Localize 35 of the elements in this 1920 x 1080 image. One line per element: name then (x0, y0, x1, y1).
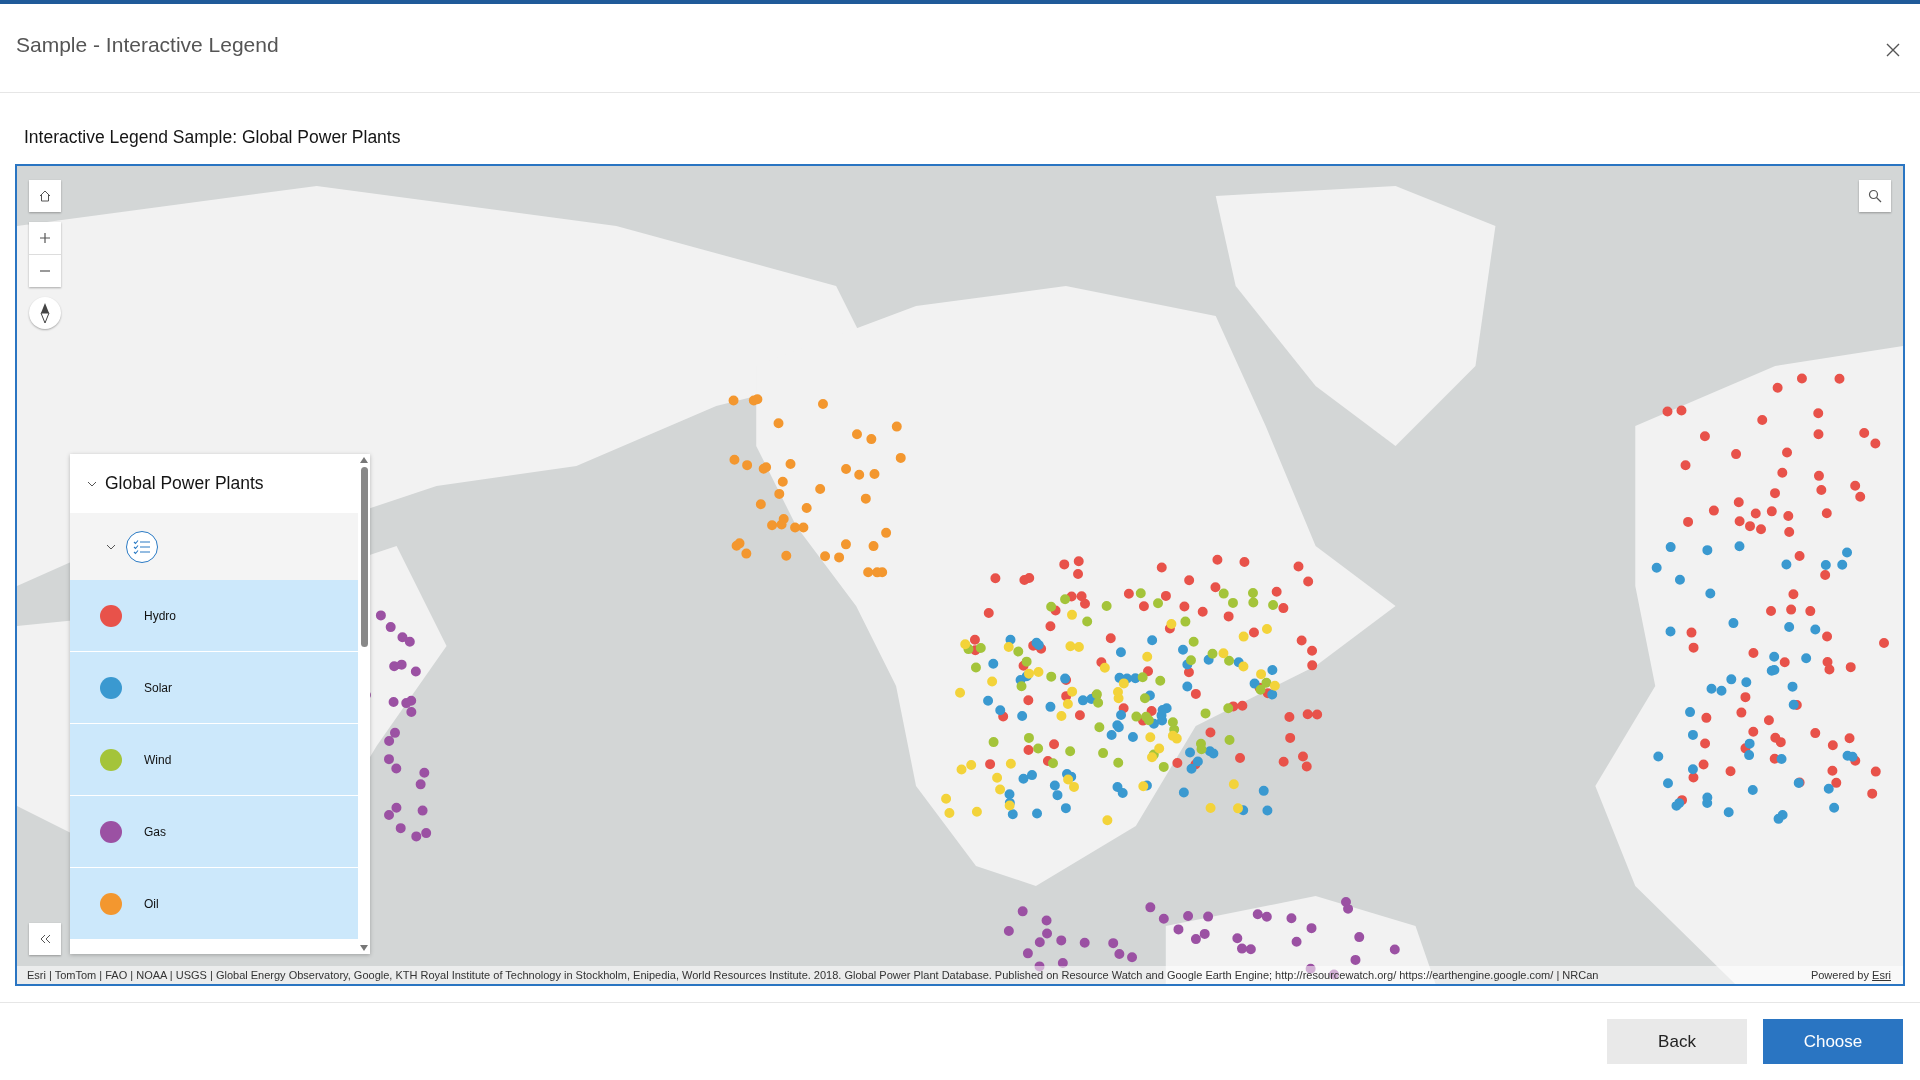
legend-label: Solar (144, 680, 172, 695)
close-button[interactable] (1884, 41, 1902, 59)
legend-item[interactable]: Hydro (70, 580, 358, 652)
checklist-icon (133, 538, 151, 555)
compass-icon (39, 302, 51, 324)
scroll-thumb[interactable] (360, 467, 368, 647)
scroll-up-icon (360, 457, 368, 463)
attribution-text: Esri | TomTom | FAO | NOAA | USGS | Global Energy Observatory, Google, KTH Royal Institute of Technology in Stockholm, Enipedia, World Resources Institute. 2018. Global Power Plant Database. Published on Resource Watch and Google Earth Engine; http://resourcewatch.org/ https://earthengine.google.com/ | NRCan (27, 969, 1599, 981)
zoom-in-button[interactable] (29, 222, 61, 254)
dialog-title: Sample - Interactive Legend (16, 33, 279, 57)
close-icon (1886, 43, 1900, 57)
search-icon (1868, 189, 1882, 203)
layer-toggle[interactable]: Global Power Plants (70, 454, 358, 513)
home-icon (38, 189, 52, 203)
back-button[interactable]: Back (1607, 1019, 1747, 1064)
search-button[interactable] (1859, 180, 1891, 212)
chevrons-left-icon (39, 934, 51, 944)
sample-title: Interactive Legend Sample: Global Power Plants (24, 127, 402, 148)
home-button[interactable] (29, 180, 61, 212)
powered-by-text: Powered by (1810, 969, 1869, 981)
legend-item[interactable]: Gas (70, 796, 358, 868)
legend-label: Wind (144, 752, 172, 767)
legend-item[interactable]: Wind (70, 724, 358, 796)
checklist-button[interactable] (126, 530, 158, 563)
scroll-down-icon (360, 945, 368, 951)
legend-item[interactable]: Solar (70, 652, 358, 724)
plus-icon (39, 232, 51, 244)
layer-title: Global Power Plants (105, 473, 264, 494)
legend-label: Hydro (144, 608, 176, 623)
legend-item[interactable]: Oil (70, 868, 358, 940)
legend-label: Gas (144, 824, 166, 839)
esri-link[interactable]: Esri (1872, 969, 1891, 981)
legend-label: Oil (144, 896, 159, 911)
chevron-down-icon (87, 480, 97, 487)
choose-button[interactable]: Choose (1763, 1019, 1903, 1064)
